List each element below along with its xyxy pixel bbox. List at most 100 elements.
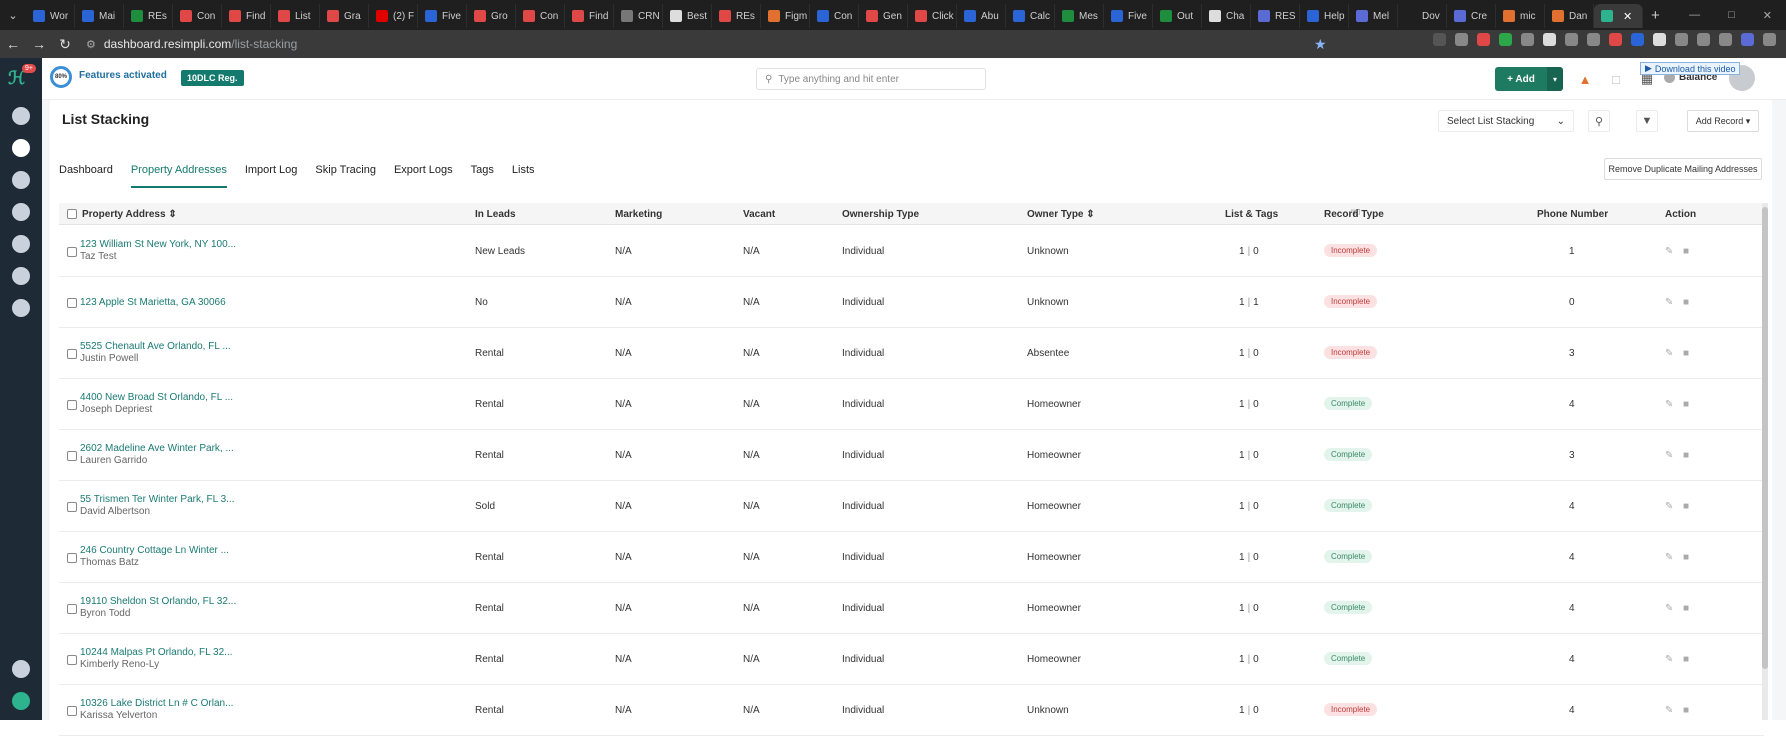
dlc-registration-badge[interactable]: 10DLC Reg.: [181, 70, 244, 86]
col-owner-type[interactable]: Owner Type ⇕: [1027, 209, 1095, 220]
close-tab-icon[interactable]: ✕: [1623, 10, 1632, 23]
col-property-address[interactable]: Property Address ⇕: [82, 209, 177, 220]
bookmark-star-icon[interactable]: ★: [1314, 36, 1327, 53]
edit-icon[interactable]: ✎: [1665, 399, 1673, 410]
property-address-link[interactable]: 10326 Lake District Ln # C Orlan...: [80, 698, 233, 709]
browser-tab[interactable]: Out: [1153, 4, 1202, 28]
row-checkbox[interactable]: [67, 604, 77, 614]
new-tab-button[interactable]: +: [1651, 7, 1660, 24]
settings-icon[interactable]: [12, 660, 30, 678]
row-checkbox[interactable]: [67, 298, 77, 308]
list-tags-count[interactable]: 1 | 0: [1239, 501, 1259, 512]
browser-tab[interactable]: mic: [1496, 4, 1545, 28]
list-tags-count[interactable]: 1 | 0: [1239, 603, 1259, 614]
row-checkbox[interactable]: [67, 349, 77, 359]
browser-tab[interactable]: Abu: [957, 4, 1006, 28]
list-tags-count[interactable]: 1 | 0: [1239, 552, 1259, 563]
add-record-button[interactable]: Add Record ▾: [1687, 110, 1759, 132]
phone-icon[interactable]: □: [1608, 71, 1624, 87]
tab-tags[interactable]: Tags: [471, 164, 494, 188]
browser-tab[interactable]: RES: [1251, 4, 1300, 28]
list-tags-count[interactable]: 1 | 0: [1239, 705, 1259, 716]
table-scrollbar[interactable]: [1762, 203, 1768, 720]
browser-tab[interactable]: Mai: [75, 4, 124, 28]
browser-tab[interactable]: (2) F: [369, 4, 418, 28]
tab-property-addresses[interactable]: Property Addresses: [130, 164, 227, 188]
browser-tab[interactable]: Mes: [1055, 4, 1104, 28]
browser-tab[interactable]: Five: [1104, 4, 1153, 28]
browser-tab[interactable]: Con: [516, 4, 565, 28]
edit-icon[interactable]: ✎: [1665, 552, 1673, 563]
extension-icon[interactable]: [1499, 33, 1512, 46]
minimize-icon[interactable]: —: [1689, 9, 1700, 21]
browser-tab[interactable]: Con: [810, 4, 859, 28]
browser-tab[interactable]: Dov: [1398, 4, 1447, 28]
delete-icon[interactable]: ■: [1683, 705, 1689, 716]
select-list-stacking-dropdown[interactable]: Select List Stacking ⌄: [1438, 110, 1574, 132]
delete-icon[interactable]: ■: [1683, 246, 1689, 257]
browser-tab[interactable]: Cre: [1447, 4, 1496, 28]
browser-tab[interactable]: Cha: [1202, 4, 1251, 28]
browser-tab[interactable]: Best: [663, 4, 712, 28]
extension-icon[interactable]: [1587, 33, 1600, 46]
extension-icon[interactable]: [1719, 33, 1732, 46]
delete-icon[interactable]: ■: [1683, 603, 1689, 614]
property-address-link[interactable]: 4400 New Broad St Orlando, FL ...: [80, 392, 233, 403]
extension-icon[interactable]: [1675, 33, 1688, 46]
download-video-button[interactable]: ▶ Download this video: [1640, 62, 1741, 75]
list-tags-count[interactable]: 1 | 0: [1239, 348, 1259, 359]
delete-icon[interactable]: ■: [1683, 348, 1689, 359]
row-checkbox[interactable]: [67, 247, 77, 257]
property-address-link[interactable]: 19110 Sheldon St Orlando, FL 32...: [80, 596, 236, 607]
extension-icon[interactable]: [1565, 33, 1578, 46]
select-all-checkbox[interactable]: [67, 209, 77, 219]
list-tags-count[interactable]: 1 | 0: [1239, 246, 1259, 257]
row-checkbox[interactable]: [67, 400, 77, 410]
edit-icon[interactable]: ✎: [1665, 450, 1673, 461]
row-checkbox[interactable]: [67, 655, 77, 665]
edit-icon[interactable]: ✎: [1665, 501, 1673, 512]
fire-icon[interactable]: ▲: [1577, 71, 1593, 87]
home-icon[interactable]: [12, 203, 30, 221]
support-icon[interactable]: [12, 692, 30, 710]
maximize-icon[interactable]: □: [1728, 9, 1735, 21]
check-circle-icon[interactable]: [12, 235, 30, 253]
extension-icon[interactable]: [1741, 33, 1754, 46]
browser-tab[interactable]: ✕: [1594, 4, 1643, 28]
row-checkbox[interactable]: [67, 553, 77, 563]
property-address-link[interactable]: 55 Trismen Ter Winter Park, FL 3...: [80, 494, 235, 505]
tab-import-log[interactable]: Import Log: [245, 164, 298, 188]
delete-icon[interactable]: ■: [1683, 297, 1689, 308]
megaphone-icon[interactable]: [12, 139, 30, 157]
row-checkbox[interactable]: [67, 706, 77, 716]
forward-icon[interactable]: →: [26, 36, 52, 52]
delete-icon[interactable]: ■: [1683, 552, 1689, 563]
browser-tab[interactable]: Find: [565, 4, 614, 28]
extension-icon[interactable]: [1697, 33, 1710, 46]
remove-duplicate-button[interactable]: Remove Duplicate Mailing Addresses: [1604, 158, 1762, 180]
browser-tab[interactable]: List: [271, 4, 320, 28]
delete-icon[interactable]: ■: [1683, 399, 1689, 410]
property-address-link[interactable]: 10244 Malpas Pt Orlando, FL 32...: [80, 647, 233, 658]
browser-tab[interactable]: Gen: [859, 4, 908, 28]
edit-icon[interactable]: ✎: [1665, 246, 1673, 257]
extension-icon[interactable]: [1631, 33, 1644, 46]
global-search-input[interactable]: ⚲ Type anything and hit enter: [756, 68, 986, 90]
browser-tab[interactable]: Gra: [320, 4, 369, 28]
browser-tab[interactable]: Five: [418, 4, 467, 28]
tab-lists[interactable]: Lists: [512, 164, 535, 188]
delete-icon[interactable]: ■: [1683, 501, 1689, 512]
browser-tab[interactable]: REs: [124, 4, 173, 28]
extension-icon[interactable]: [1653, 33, 1666, 46]
extension-icon[interactable]: [1763, 33, 1776, 46]
browser-tab[interactable]: Dan: [1545, 4, 1594, 28]
add-dropdown-icon[interactable]: ▾: [1547, 67, 1563, 91]
browser-tab[interactable]: REs: [712, 4, 761, 28]
extension-icon[interactable]: [1477, 33, 1490, 46]
browser-tab[interactable]: CRN: [614, 4, 663, 28]
tab-skip-tracing[interactable]: Skip Tracing: [315, 164, 376, 188]
dashboard-icon[interactable]: [12, 107, 30, 125]
site-info-icon[interactable]: ⚙: [86, 38, 96, 51]
browser-tab[interactable]: Mel: [1349, 4, 1398, 28]
property-address-link[interactable]: 5525 Chenault Ave Orlando, FL ...: [80, 341, 231, 352]
